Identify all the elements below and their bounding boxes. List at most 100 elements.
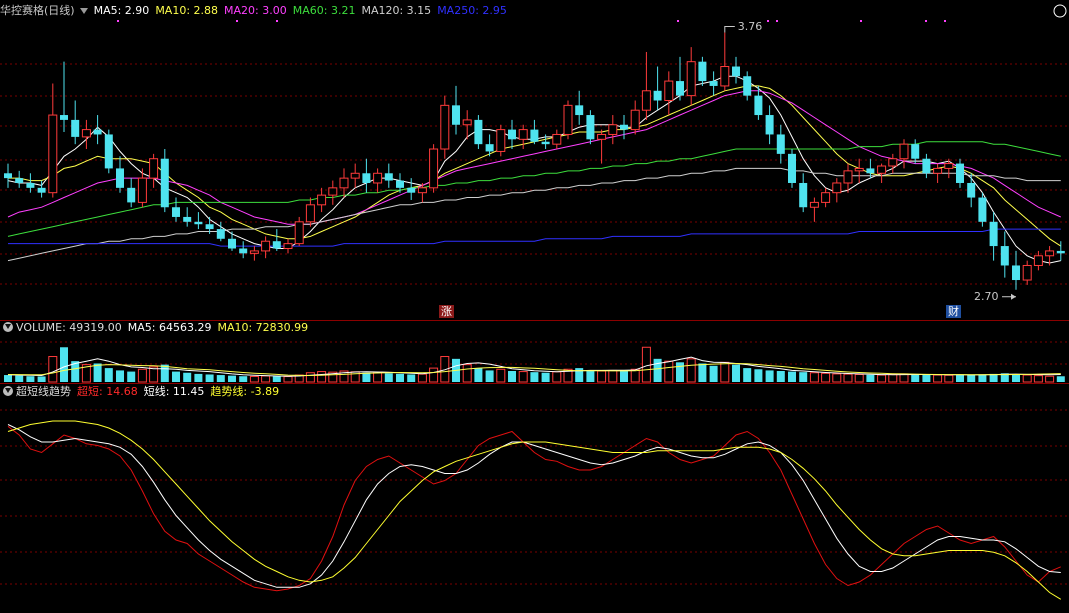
- cai-marker[interactable]: 财: [946, 305, 961, 318]
- volume-bar: [396, 373, 404, 382]
- kline-chart[interactable]: [0, 0, 1069, 613]
- volume-bar: [686, 358, 696, 383]
- candle-body: [686, 61, 696, 97]
- volume-bar: [541, 372, 550, 382]
- volume-bar: [933, 374, 943, 383]
- volume-bar: [137, 368, 147, 383]
- volume-bar: [249, 375, 259, 383]
- volume-bar: [552, 371, 562, 383]
- candle-body: [228, 238, 236, 249]
- candle-body: [608, 124, 618, 135]
- signal-dot: [117, 20, 119, 22]
- candle-body: [575, 105, 584, 116]
- volume-bar: [809, 372, 819, 383]
- candle-body: [743, 76, 752, 96]
- candle-body: [496, 129, 506, 152]
- volume-bar: [620, 370, 628, 382]
- volume-bar: [832, 373, 842, 383]
- volume-bar: [384, 373, 393, 382]
- candle-body: [1012, 265, 1020, 281]
- candle-body: [104, 134, 113, 169]
- volume-bar: [754, 369, 763, 382]
- candle-body: [821, 192, 831, 203]
- candle-body: [127, 187, 136, 203]
- volume-bar: [653, 358, 662, 382]
- candle-body: [116, 168, 124, 188]
- candle-body: [462, 119, 472, 126]
- volume-bar: [698, 363, 707, 382]
- volume-bar: [239, 376, 248, 382]
- candle-body: [809, 201, 819, 208]
- volume-bar: [172, 371, 180, 382]
- volume-bar: [194, 373, 203, 382]
- volume-bar: [149, 366, 159, 383]
- candle-body: [4, 173, 12, 179]
- signal-dot: [860, 20, 862, 22]
- candle-body: [530, 129, 539, 142]
- candle-body: [799, 182, 808, 208]
- signal-dot: [236, 20, 238, 22]
- candle-body: [518, 129, 528, 140]
- volume-bar: [922, 374, 931, 382]
- volume-bar: [462, 364, 472, 383]
- candle-body: [653, 90, 662, 101]
- candle-body: [989, 221, 998, 247]
- candle-body: [81, 129, 91, 138]
- candle-body: [854, 167, 864, 172]
- volume-bar: [261, 375, 271, 383]
- candle-body: [194, 221, 203, 225]
- candle-body: [294, 221, 304, 245]
- candle-body: [586, 115, 595, 140]
- volume-bar: [788, 371, 796, 382]
- volume-bar: [362, 372, 371, 382]
- zhang-marker[interactable]: 涨: [439, 305, 454, 318]
- volume-bar: [228, 375, 236, 382]
- volume-bar: [664, 360, 674, 383]
- candle-body: [732, 66, 740, 77]
- volume-bar: [743, 368, 752, 382]
- candle-body: [1045, 250, 1055, 257]
- candle-body: [249, 250, 259, 254]
- candle-body: [978, 197, 987, 222]
- volume-bar: [866, 374, 875, 382]
- ma-line-ma250: [8, 228, 1061, 247]
- signal-dot: [767, 20, 769, 22]
- candle-body: [698, 61, 707, 82]
- candle-body: [417, 187, 427, 194]
- candle-body: [328, 187, 338, 196]
- high-price-annotation: 3.76: [737, 19, 763, 33]
- volume-bar: [496, 368, 506, 383]
- volume-bar: [1012, 374, 1020, 382]
- volume-bar: [407, 374, 416, 382]
- volume-bar: [48, 356, 58, 383]
- candle-body: [922, 158, 931, 174]
- candle-body: [1000, 246, 1009, 266]
- candle-body: [474, 119, 483, 145]
- volume-bar: [776, 371, 785, 382]
- candle-body: [843, 170, 853, 184]
- volume-bar: [104, 368, 113, 382]
- volume-bar: [911, 374, 920, 382]
- candle-body: [597, 133, 607, 140]
- volume-bar: [205, 374, 214, 382]
- volume-bar: [1022, 374, 1032, 383]
- volume-bar: [429, 367, 439, 383]
- candle-body: [1033, 255, 1043, 266]
- volume-bar: [944, 374, 954, 383]
- candle-body: [160, 158, 169, 208]
- volume-bar: [317, 371, 327, 383]
- volume-bar: [283, 376, 293, 383]
- volume-bar: [417, 373, 427, 383]
- candle-body: [720, 66, 730, 87]
- signal-dot: [276, 20, 278, 22]
- candle-body: [149, 158, 159, 179]
- candle-body: [899, 143, 909, 160]
- volume-bar: [854, 373, 864, 383]
- chao-line: [7, 425, 1061, 592]
- volume-bar: [305, 372, 315, 383]
- volume-bar: [586, 370, 595, 382]
- candle-body: [350, 172, 360, 179]
- candle-body: [216, 229, 225, 239]
- candle-body: [709, 81, 718, 86]
- volume-bar: [160, 364, 169, 382]
